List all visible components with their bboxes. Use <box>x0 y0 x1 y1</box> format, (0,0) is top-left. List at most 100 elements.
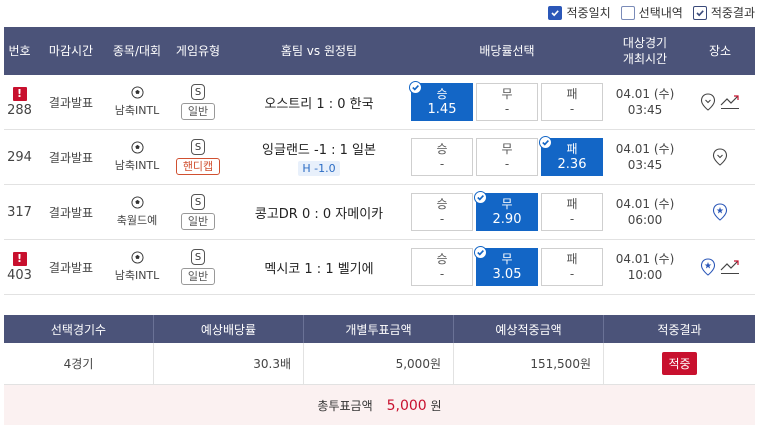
odds-button-win[interactable]: 승 - <box>411 248 473 286</box>
filter-label: 적중일치 <box>566 6 611 20</box>
sport-cell: 남축INTL <box>107 75 167 129</box>
odds-value: 2.90 <box>492 212 522 227</box>
league-name: 남축INTL <box>114 104 160 117</box>
game-time-cell: 04.01 (수) 10:00 <box>605 240 685 294</box>
odds-button-lose[interactable]: 패 - <box>541 193 603 231</box>
close-status: 결과발표 <box>48 205 94 220</box>
place-cell <box>685 75 755 129</box>
table-row: 317 결과발표 축월드예 S 일반 콩고DR 0 : 0 자메이카 승 - 무… <box>4 185 755 240</box>
trend-chart-icon[interactable] <box>720 259 740 275</box>
odds-button-win[interactable]: 승 1.45 <box>409 81 473 121</box>
odds-button-draw[interactable]: 무 2.90 <box>474 191 538 231</box>
odds-button-win[interactable]: 승 - <box>411 193 473 231</box>
soccer-ball-icon <box>130 86 144 99</box>
odds-value: - <box>439 212 445 226</box>
odds-label: 승 <box>436 142 448 156</box>
match-cell: 오스트리 1 : 0 한국 <box>229 75 409 129</box>
odds-button-draw[interactable]: 무 - <box>476 83 538 121</box>
header-place: 장소 <box>708 44 732 58</box>
header-odds: 배당률선택 <box>479 44 535 58</box>
game-date: 04.01 (수) <box>615 252 675 266</box>
summary-stake: 5,000원 <box>304 343 454 384</box>
game-time: 03:45 <box>627 103 663 117</box>
game-time: 06:00 <box>627 213 663 227</box>
match-score: 오스트리 1 : 0 한국 <box>264 96 374 112</box>
close-status: 결과발표 <box>48 150 94 165</box>
s-badge-icon: S <box>191 194 205 210</box>
odds-label: 무 <box>501 197 513 211</box>
odds-button-win[interactable]: 승 - <box>411 138 473 176</box>
summary-header-odds: 예상배당률 <box>154 315 304 343</box>
soccer-ball-icon <box>130 141 144 154</box>
game-time-cell: 04.01 (수) 03:45 <box>605 75 685 129</box>
place-cell <box>685 185 755 239</box>
odds-button-lose[interactable]: 패 - <box>541 83 603 121</box>
game-number-cell: 294 <box>4 130 35 184</box>
filter-2[interactable]: 적중결과 <box>692 4 755 21</box>
filter-checkbox[interactable] <box>620 5 635 20</box>
summary-header: 선택경기수 예상배당률 개별투표금액 예상적중금액 적중결과 <box>4 315 755 343</box>
alert-icon: ! <box>12 86 27 101</box>
game-date: 04.01 (수) <box>615 87 675 101</box>
header-time-line1: 대상경기 <box>622 36 668 50</box>
odds-value: - <box>569 212 575 226</box>
game-table: 번호 마감시간 종목/대회 게임유형 홈팀 vs 원정팀 배당률선택 대상경기 … <box>4 27 755 295</box>
odds-label: 승 <box>436 197 448 211</box>
location-pin-icon[interactable] <box>712 148 728 166</box>
game-date: 04.01 (수) <box>615 142 675 156</box>
filter-1[interactable]: 선택내역 <box>620 4 683 21</box>
header-no: 번호 <box>8 44 31 58</box>
odds-label: 무 <box>501 252 513 266</box>
odds-button-draw[interactable]: 무 3.05 <box>474 246 538 286</box>
game-time-cell: 04.01 (수) 06:00 <box>605 185 685 239</box>
selected-check-icon <box>474 191 487 204</box>
odds-value: - <box>504 102 510 116</box>
match-cell: 콩고DR 0 : 0 자메이카 <box>229 185 409 239</box>
game-number: 317 <box>7 204 32 220</box>
game-number: 288 <box>7 102 32 118</box>
game-type-tag: 핸디캡 <box>175 158 221 175</box>
place-cell <box>685 130 755 184</box>
summary-header-result: 적중결과 <box>657 322 702 337</box>
odds-value: - <box>439 157 445 171</box>
header-type: 게임유형 <box>175 44 221 58</box>
close-status: 결과발표 <box>48 260 94 275</box>
location-star-icon[interactable] <box>700 258 716 276</box>
soccer-ball-icon <box>130 196 144 209</box>
game-number-cell: ! 403 <box>4 240 35 294</box>
game-date: 04.01 (수) <box>615 197 675 211</box>
odds-button-lose[interactable]: 패 2.36 <box>539 136 603 176</box>
match-cell: 멕시코 1 : 1 벨기에 <box>229 240 409 294</box>
game-time: 10:00 <box>627 268 663 282</box>
game-number: 294 <box>7 149 32 165</box>
trend-chart-icon[interactable] <box>720 94 740 110</box>
odds-label: 승 <box>436 87 448 101</box>
odds-value: - <box>569 267 575 281</box>
alert-icon: ! <box>12 251 27 266</box>
result-filters: 적중일치 선택내역 적중결과 <box>548 4 755 21</box>
odds-button-draw[interactable]: 무 - <box>476 138 538 176</box>
filter-checkbox[interactable] <box>692 5 707 20</box>
location-star-icon[interactable] <box>712 203 728 221</box>
match-score: 콩고DR 0 : 0 자메이카 <box>254 206 384 222</box>
close-status: 결과발표 <box>48 95 94 110</box>
s-badge-icon: S <box>191 139 205 155</box>
filter-label: 선택내역 <box>638 6 683 20</box>
soccer-ball-icon <box>130 251 144 264</box>
game-type-cell: S 핸디캡 <box>167 130 229 184</box>
game-type-cell: S 일반 <box>167 75 229 129</box>
game-time: 03:45 <box>627 158 663 172</box>
filter-0[interactable]: 적중일치 <box>548 4 611 21</box>
sport-cell: 남축INTL <box>107 130 167 184</box>
odds-label: 패 <box>566 142 578 156</box>
header-match: 홈팀 vs 원정팀 <box>280 44 358 58</box>
summary-result-cell: 적중 <box>604 343 755 384</box>
match-score: 잉글랜드 -1 : 1 일본 <box>262 142 376 158</box>
odds-button-lose[interactable]: 패 - <box>541 248 603 286</box>
filter-checkbox[interactable] <box>548 5 563 20</box>
game-type-cell: S 일반 <box>167 185 229 239</box>
game-number: 403 <box>7 267 32 283</box>
table-row: 294 결과발표 남축INTL S 핸디캡 잉글랜드 -1 : 1 일본 H -… <box>4 130 755 185</box>
game-type-tag: 일반 <box>180 268 216 285</box>
location-pin-icon[interactable] <box>700 93 716 111</box>
